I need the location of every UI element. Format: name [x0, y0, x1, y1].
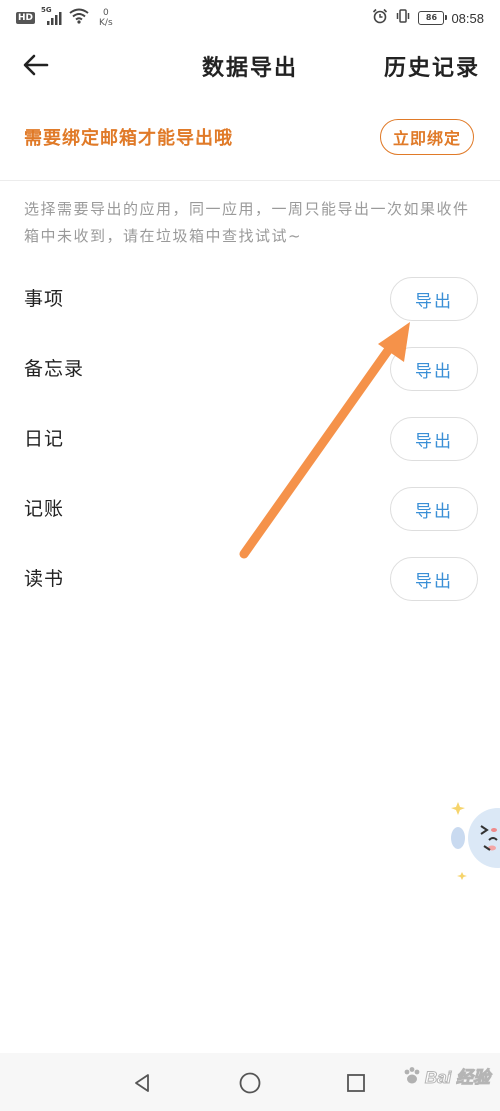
- status-right: 86 08:58: [372, 6, 484, 30]
- status-bar: HD 5G 0 K/s 86 08:58: [0, 0, 500, 36]
- app-name: 日记: [24, 428, 65, 450]
- nav-home-button[interactable]: [236, 1069, 264, 1097]
- app-name: 记账: [24, 498, 65, 520]
- recents-square-icon: [347, 1074, 365, 1092]
- list-item-memo: 备忘录 导出: [0, 334, 500, 404]
- network-speed-value: 0: [102, 8, 109, 18]
- back-triangle-icon: [135, 1074, 149, 1092]
- export-description: 选择需要导出的应用，同一应用，一周只能导出一次如果收件箱中未收到，请在垃圾箱中查…: [24, 200, 470, 245]
- app-name: 事项: [24, 288, 65, 310]
- nav-back-button[interactable]: [128, 1069, 156, 1097]
- paw-icon: [404, 1066, 420, 1083]
- alarm-icon: [372, 8, 388, 28]
- status-time: 08:58: [451, 10, 484, 26]
- nav-recents-button[interactable]: [342, 1069, 370, 1097]
- wifi-icon: [69, 8, 89, 28]
- export-button[interactable]: 导出: [390, 487, 478, 531]
- export-button[interactable]: 导出: [390, 557, 478, 601]
- signal-icon: 5G: [41, 6, 63, 26]
- app-list: 事项 导出 备忘录 导出 日记 导出 记账 导出 读书 导出: [0, 264, 500, 614]
- status-left: HD 5G 0 K/s: [16, 6, 113, 30]
- watermark-text: Bai 经验: [424, 1068, 490, 1088]
- mascot-icon: [451, 802, 500, 880]
- app-name: 备忘录: [24, 358, 85, 380]
- app-name: 读书: [24, 568, 65, 590]
- email-bind-hint: 需要绑定邮箱才能导出哦: [24, 128, 233, 149]
- watermark: Bai 经验: [401, 1063, 491, 1088]
- hd-badge: HD: [16, 12, 36, 24]
- list-item-matters: 事项 导出: [0, 264, 500, 334]
- network-speed-unit: K/s: [99, 18, 113, 28]
- email-bind-banner: 需要绑定邮箱才能导出哦 立即绑定: [0, 98, 500, 181]
- header: 数据导出 历史记录: [0, 36, 500, 98]
- signal-gen-label: 5G: [41, 6, 52, 14]
- list-item-diary: 日记 导出: [0, 404, 500, 474]
- export-button[interactable]: 导出: [390, 277, 478, 321]
- system-nav-bar: Bai 经验: [0, 1053, 500, 1111]
- bind-email-button[interactable]: 立即绑定: [380, 119, 474, 155]
- list-item-bookkeeping: 记账 导出: [0, 474, 500, 544]
- list-item-reading: 读书 导出: [0, 544, 500, 614]
- network-speed: 0 K/s: [99, 8, 113, 28]
- floating-mascot-button[interactable]: [444, 796, 500, 886]
- history-button[interactable]: 历史记录: [384, 50, 480, 82]
- battery-icon: 86: [418, 11, 448, 25]
- home-circle-icon: [239, 1072, 261, 1094]
- export-button[interactable]: 导出: [390, 417, 478, 461]
- export-button[interactable]: 导出: [390, 347, 478, 391]
- vibrate-icon: [395, 8, 411, 28]
